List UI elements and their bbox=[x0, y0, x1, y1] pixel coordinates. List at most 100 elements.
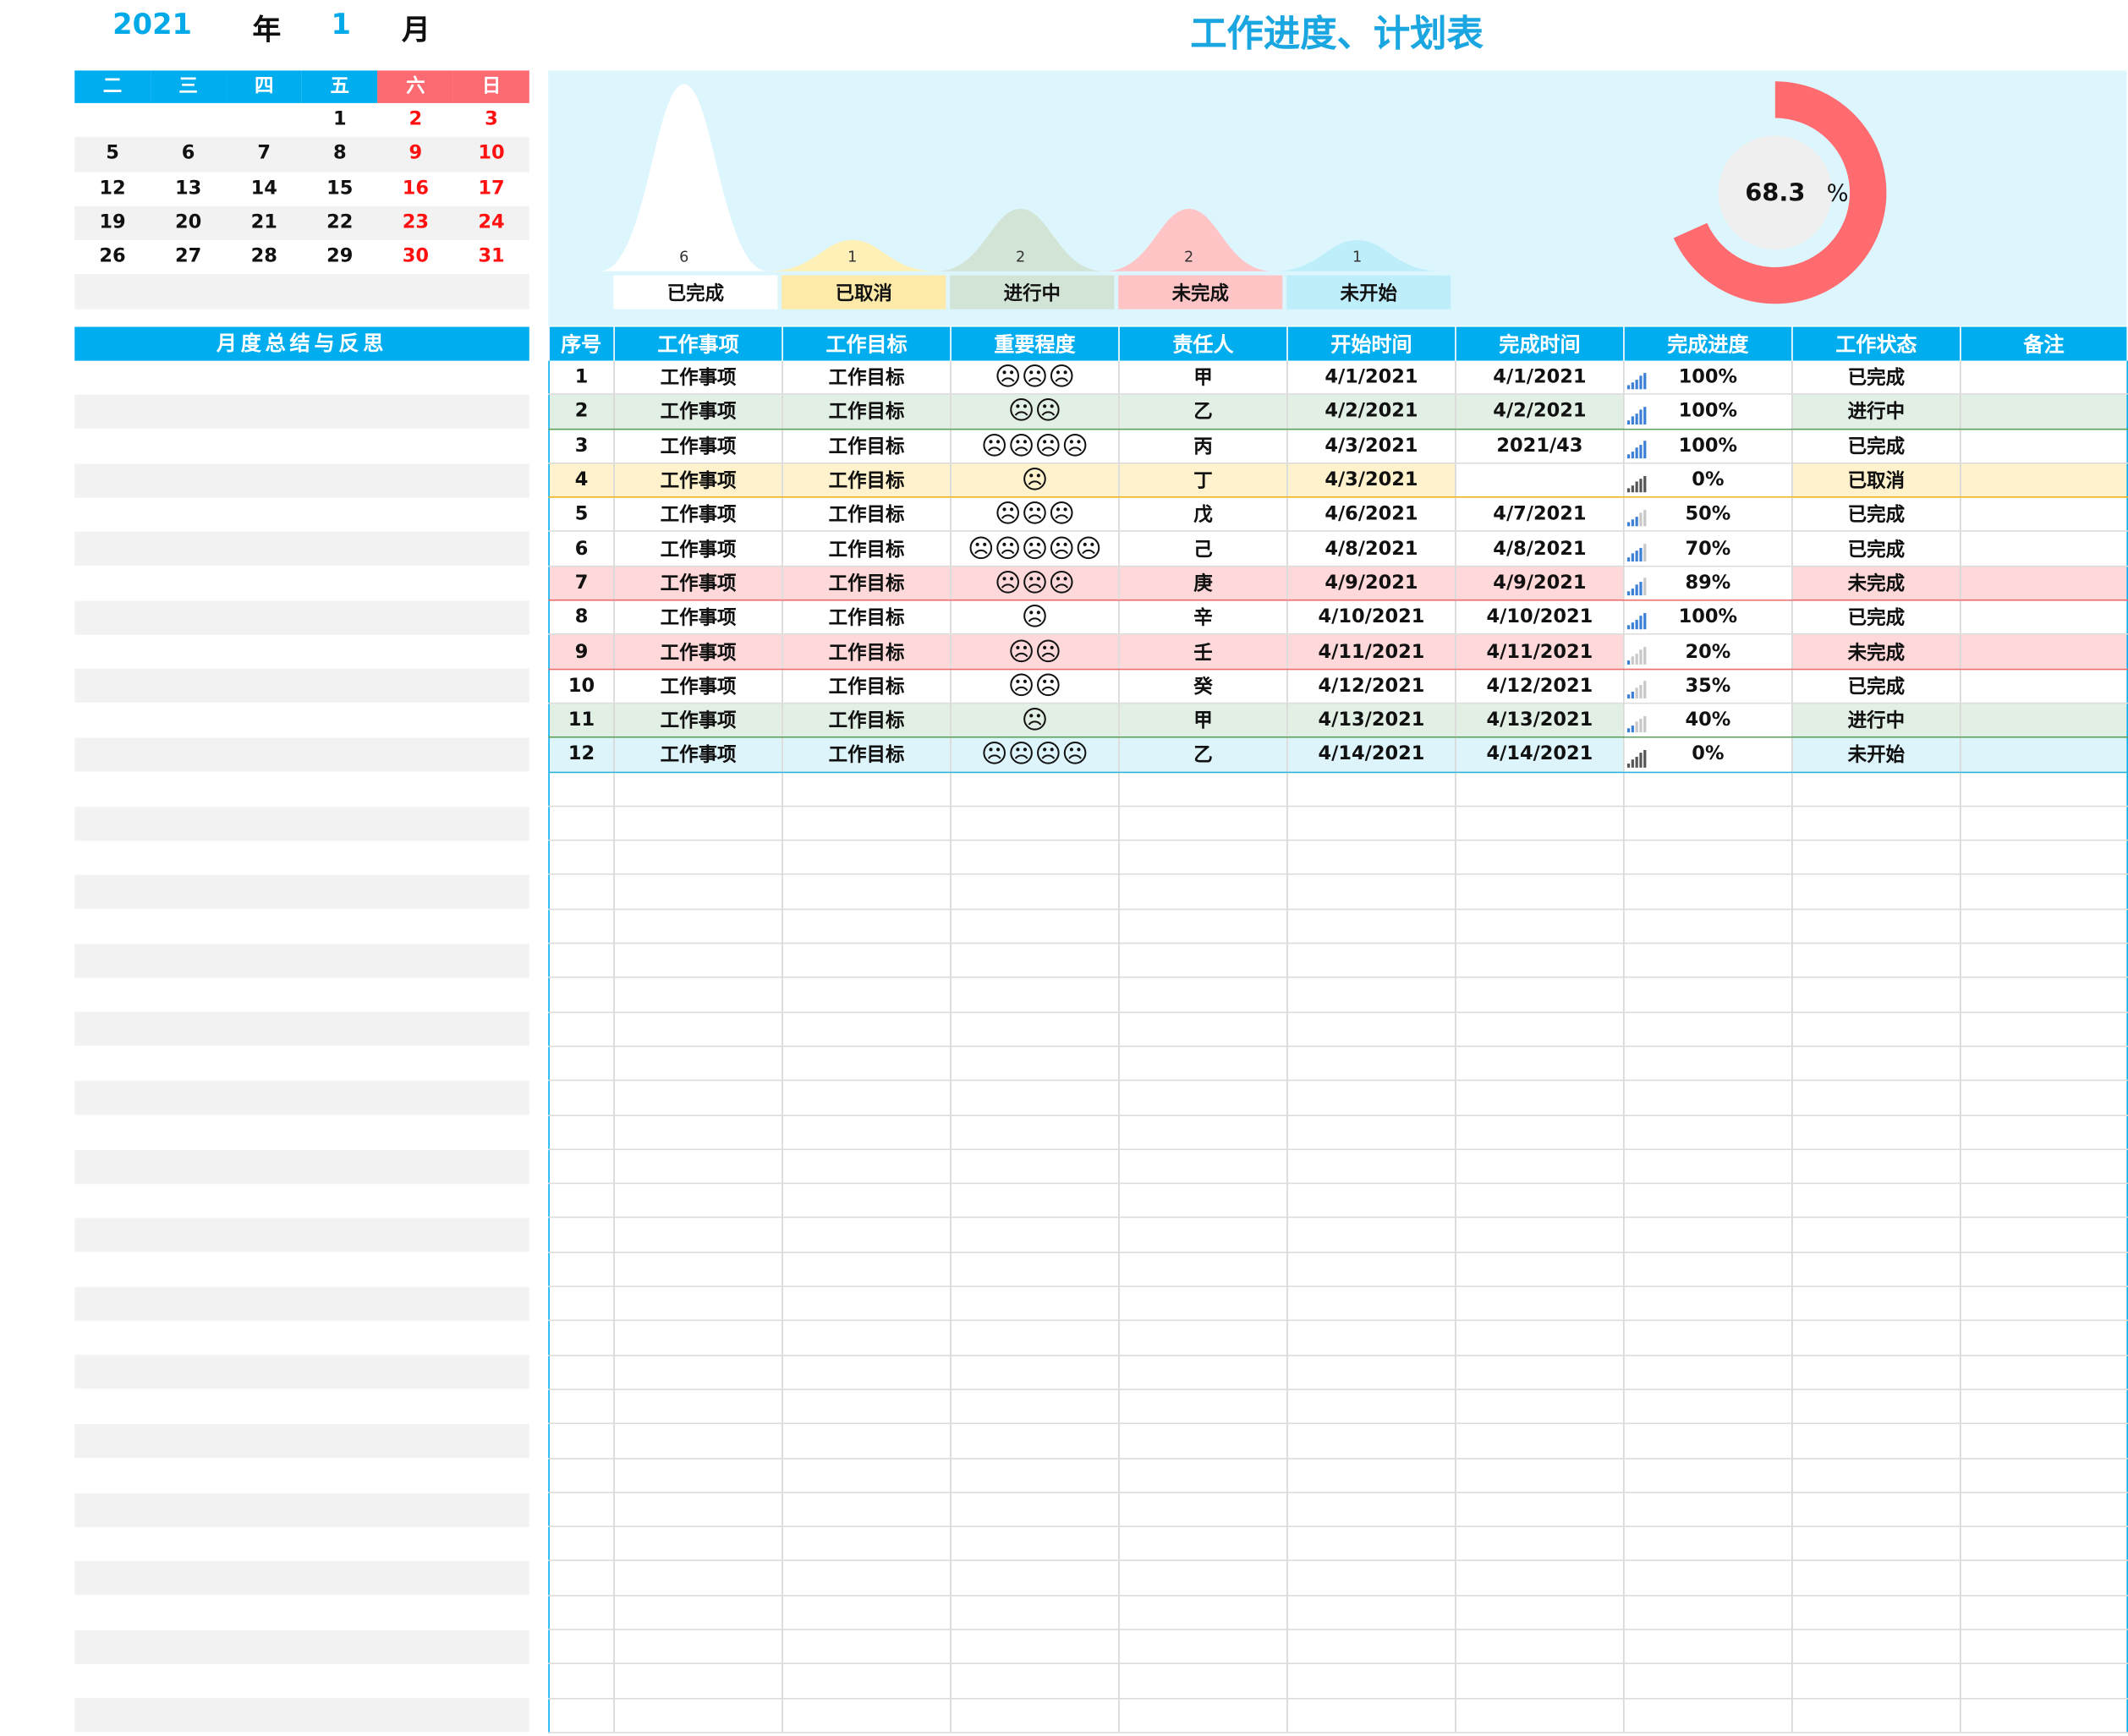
table-cell-empty[interactable] bbox=[951, 1526, 1120, 1562]
table-cell-empty[interactable] bbox=[1455, 874, 1625, 910]
table-cell-empty[interactable] bbox=[951, 1046, 1120, 1082]
table-cell-empty[interactable] bbox=[614, 1629, 783, 1665]
table-cell-empty[interactable] bbox=[1286, 806, 1456, 841]
table-cell-empty[interactable] bbox=[1286, 909, 1456, 945]
table-cell-empty[interactable] bbox=[1960, 1251, 2128, 1288]
table-row-empty[interactable] bbox=[548, 1149, 2128, 1185]
cell-owner[interactable]: 乙 bbox=[1118, 737, 1288, 773]
table-cell-empty[interactable] bbox=[1455, 1011, 1625, 1048]
cell-goal[interactable]: 工作目标 bbox=[782, 600, 952, 636]
cell-end[interactable]: 4/9/2021 bbox=[1455, 565, 1625, 601]
table-cell-empty[interactable] bbox=[548, 1526, 615, 1562]
table-cell-empty[interactable] bbox=[1118, 1595, 1288, 1630]
table-cell-empty[interactable] bbox=[951, 1011, 1120, 1048]
table-cell-empty[interactable] bbox=[1960, 1046, 2128, 1082]
table-row[interactable]: 4 工作事项 工作目标 ☹ 丁 4/3/2021 0% 已取消 bbox=[548, 462, 2128, 498]
year-value[interactable]: 2021 bbox=[112, 8, 192, 41]
table-cell-empty[interactable] bbox=[951, 1251, 1120, 1288]
table-row-empty[interactable] bbox=[548, 1492, 2128, 1528]
table-row-empty[interactable] bbox=[548, 806, 2128, 841]
table-cell-empty[interactable] bbox=[614, 1320, 783, 1356]
table-cell-empty[interactable] bbox=[1455, 943, 1625, 978]
table-cell-empty[interactable] bbox=[1791, 840, 1961, 876]
table-cell-empty[interactable] bbox=[1623, 1526, 1793, 1562]
cell-start[interactable]: 4/11/2021 bbox=[1286, 633, 1456, 670]
cell-goal[interactable]: 工作目标 bbox=[782, 702, 952, 738]
cell-end[interactable]: 4/2/2021 bbox=[1455, 393, 1625, 430]
cell-id[interactable]: 5 bbox=[548, 497, 615, 533]
cell-owner[interactable]: 甲 bbox=[1118, 702, 1288, 738]
table-cell-empty[interactable] bbox=[1960, 909, 2128, 945]
summary-line[interactable] bbox=[74, 1286, 529, 1321]
table-cell-empty[interactable] bbox=[1791, 909, 1961, 945]
cell-status[interactable]: 已完成 bbox=[1791, 428, 1961, 464]
summary-line[interactable] bbox=[74, 1629, 529, 1664]
cell-progress[interactable]: 100% bbox=[1623, 428, 1793, 464]
calendar-day[interactable]: 16 bbox=[378, 172, 454, 206]
table-cell-empty[interactable] bbox=[548, 874, 615, 910]
table-cell-empty[interactable] bbox=[1455, 1355, 1625, 1390]
table-cell-empty[interactable] bbox=[1791, 1698, 1961, 1733]
calendar-day[interactable]: 2 bbox=[378, 103, 454, 138]
cell-end[interactable]: 4/8/2021 bbox=[1455, 531, 1625, 567]
table-cell-empty[interactable] bbox=[1286, 1080, 1456, 1116]
table-cell-empty[interactable] bbox=[1286, 1389, 1456, 1425]
calendar-day[interactable]: 6 bbox=[151, 137, 227, 172]
table-cell-empty[interactable] bbox=[1791, 1114, 1961, 1150]
table-cell-empty[interactable] bbox=[951, 909, 1120, 945]
cell-importance[interactable]: ☹☹ bbox=[951, 668, 1120, 704]
table-row-empty[interactable] bbox=[548, 1286, 2128, 1322]
table-cell-empty[interactable] bbox=[1623, 1114, 1793, 1150]
cell-end[interactable]: 4/12/2021 bbox=[1455, 668, 1625, 704]
cell-status[interactable]: 已取消 bbox=[1791, 462, 1961, 498]
cell-progress[interactable]: 50% bbox=[1623, 497, 1793, 533]
cell-progress[interactable]: 0% bbox=[1623, 737, 1793, 773]
table-cell-empty[interactable] bbox=[1623, 1595, 1793, 1630]
cell-status[interactable]: 已完成 bbox=[1791, 668, 1961, 704]
table-cell-empty[interactable] bbox=[1960, 1011, 2128, 1048]
table-cell-empty[interactable] bbox=[782, 771, 952, 808]
cell-note[interactable] bbox=[1960, 737, 2128, 773]
table-cell-empty[interactable] bbox=[782, 909, 952, 945]
table-cell-empty[interactable] bbox=[1455, 1149, 1625, 1185]
cell-item[interactable]: 工作事项 bbox=[614, 668, 783, 704]
cell-id[interactable]: 9 bbox=[548, 633, 615, 670]
table-row-empty[interactable] bbox=[548, 978, 2128, 1013]
summary-line[interactable] bbox=[74, 600, 529, 635]
calendar-day[interactable]: 8 bbox=[302, 137, 378, 172]
table-cell-empty[interactable] bbox=[951, 1286, 1120, 1322]
cell-note[interactable] bbox=[1960, 428, 2128, 464]
calendar-day[interactable]: 29 bbox=[302, 240, 378, 275]
table-cell-empty[interactable] bbox=[614, 806, 783, 841]
table-row[interactable]: 3 工作事项 工作目标 ☹☹☹☹ 丙 4/3/2021 2021/43 100% 已完成 bbox=[548, 428, 2128, 464]
summary-line[interactable] bbox=[74, 532, 529, 567]
cell-goal[interactable]: 工作目标 bbox=[782, 428, 952, 464]
table-cell-empty[interactable] bbox=[951, 978, 1120, 1013]
calendar-day[interactable]: 12 bbox=[74, 172, 151, 206]
calendar-day[interactable]: 28 bbox=[226, 240, 302, 275]
cell-note[interactable] bbox=[1960, 360, 2128, 396]
table-cell-empty[interactable] bbox=[614, 1698, 783, 1733]
table-cell-empty[interactable] bbox=[951, 1492, 1120, 1528]
table-cell-empty[interactable] bbox=[1286, 943, 1456, 978]
table-cell-empty[interactable] bbox=[548, 1011, 615, 1048]
table-cell-empty[interactable] bbox=[1960, 943, 2128, 978]
summary-line[interactable] bbox=[74, 806, 529, 841]
table-cell-empty[interactable] bbox=[614, 1286, 783, 1322]
table-cell-empty[interactable] bbox=[1623, 1218, 1793, 1253]
table-cell-empty[interactable] bbox=[614, 1492, 783, 1528]
table-cell-empty[interactable] bbox=[614, 771, 783, 808]
table-cell-empty[interactable] bbox=[1960, 1114, 2128, 1150]
table-cell-empty[interactable] bbox=[951, 1595, 1120, 1630]
summary-line[interactable] bbox=[74, 1355, 529, 1390]
table-cell-empty[interactable] bbox=[782, 1011, 952, 1048]
table-cell-empty[interactable] bbox=[1623, 1458, 1793, 1493]
table-row[interactable]: 2 工作事项 工作目标 ☹☹ 乙 4/2/2021 4/2/2021 100% 进行中 bbox=[548, 393, 2128, 430]
cell-status[interactable]: 进行中 bbox=[1791, 702, 1961, 738]
cell-item[interactable]: 工作事项 bbox=[614, 360, 783, 396]
table-row[interactable]: 10 工作事项 工作目标 ☹☹ 癸 4/12/2021 4/12/2021 35% 已完成 bbox=[548, 668, 2128, 704]
cell-progress[interactable]: 89% bbox=[1623, 565, 1793, 601]
cell-importance[interactable]: ☹ bbox=[951, 600, 1120, 636]
table-row-empty[interactable] bbox=[548, 840, 2128, 876]
table-cell-empty[interactable] bbox=[1623, 1663, 1793, 1700]
